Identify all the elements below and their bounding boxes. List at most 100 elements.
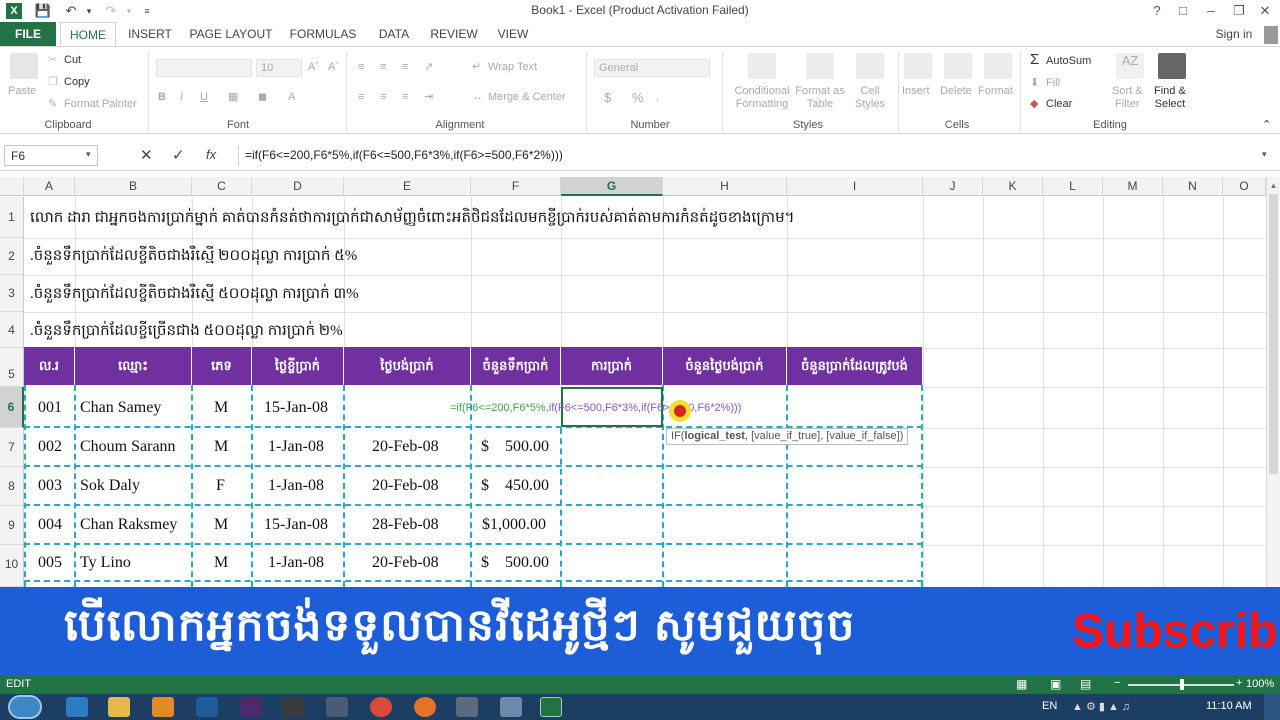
vegas-icon[interactable] <box>282 697 304 717</box>
column-header-a[interactable]: A <box>24 177 75 196</box>
percent-button[interactable]: % <box>632 91 644 104</box>
cell-no-row-7[interactable]: 002 <box>38 438 62 456</box>
font-name-box[interactable] <box>156 59 252 77</box>
orientation-icon[interactable]: ↗ <box>424 61 433 74</box>
page-break-view-icon[interactable]: ▤ <box>1080 677 1091 691</box>
column-header-b[interactable]: B <box>75 177 192 196</box>
merge-center-button[interactable]: Merge & Center <box>488 91 566 104</box>
sort-filter-icon[interactable]: AZ <box>1116 53 1144 79</box>
row-header-4[interactable]: 4 <box>0 312 24 348</box>
row-header-5[interactable]: 5 <box>0 348 24 387</box>
minimize-icon[interactable]: – <box>1200 2 1222 20</box>
column-header-l[interactable]: L <box>1043 177 1103 196</box>
table-header-pay-date[interactable]: ថ្ងៃបង់ប្រាក់ <box>344 347 471 385</box>
cell-pay-row-7[interactable]: 20-Feb-08 <box>372 438 439 456</box>
column-header-f[interactable]: F <box>471 177 561 196</box>
cell-no-row-9[interactable]: 004 <box>38 516 62 534</box>
bold-icon[interactable]: B <box>158 91 166 104</box>
clear-button[interactable]: Clear <box>1046 98 1072 111</box>
tab-review[interactable]: REVIEW <box>428 22 480 46</box>
input-language[interactable]: EN <box>1042 700 1057 712</box>
normal-view-icon[interactable]: ▦ <box>1016 677 1027 691</box>
show-desktop-button[interactable] <box>1264 694 1280 720</box>
comma-style-icon[interactable]: , <box>656 91 659 104</box>
cell-name-row-10[interactable]: Ty Lino <box>80 554 131 572</box>
align-top-icon[interactable]: ≡ <box>358 61 364 74</box>
restore-icon[interactable]: ❐ <box>1228 2 1250 20</box>
row-header-9[interactable]: 9 <box>0 506 24 545</box>
italic-icon[interactable]: I <box>180 91 183 104</box>
row-header-7[interactable]: 7 <box>0 428 24 467</box>
delete-cells-icon[interactable] <box>944 53 972 79</box>
enter-check-icon[interactable]: ✓ <box>172 146 185 164</box>
copy-button[interactable]: Copy <box>64 76 90 89</box>
taskbar-app-icon[interactable] <box>500 697 522 717</box>
in-cell-formula[interactable]: =if(F6<=200,F6*5%,if(F6<=500,F6*3%,if(F6… <box>450 402 741 414</box>
paste-icon[interactable] <box>10 53 38 79</box>
table-header-days[interactable]: ចំនួនថ្ងៃបង់ប្រាក់ <box>663 347 787 385</box>
number-format-box[interactable]: General <box>594 59 710 77</box>
underline-icon[interactable]: U <box>200 91 208 104</box>
font-color-icon[interactable]: A <box>288 91 295 104</box>
row-header-3[interactable]: 3 <box>0 275 24 312</box>
table-header-name[interactable]: ឈ្មោះ <box>75 347 192 385</box>
cut-button[interactable]: Cut <box>64 54 81 67</box>
align-middle-icon[interactable]: ≡ <box>380 61 386 74</box>
insert-cells-button[interactable]: Insert <box>902 85 930 98</box>
row-header-1[interactable]: 1 <box>0 197 24 238</box>
sign-in-link[interactable]: Sign in <box>1210 22 1258 46</box>
cell-no-row-8[interactable]: 003 <box>38 477 62 495</box>
format-cells-button[interactable]: Format <box>978 85 1013 98</box>
format-as-table-button[interactable]: Format as Table <box>794 85 846 111</box>
page-layout-view-icon[interactable]: ▣ <box>1050 677 1061 691</box>
align-left-icon[interactable]: ≡ <box>358 91 364 104</box>
row-header-6[interactable]: 6 <box>0 387 24 428</box>
column-header-m[interactable]: M <box>1103 177 1163 196</box>
tab-data[interactable]: DATA <box>370 22 418 46</box>
cancel-icon[interactable]: ✕ <box>140 146 153 164</box>
align-center-icon[interactable]: ≡ <box>380 91 386 104</box>
column-header-h[interactable]: H <box>663 177 787 196</box>
column-header-g[interactable]: G <box>561 177 663 196</box>
note-text-1[interactable]: លោក ដារា ជាអ្នកចងការប្រាក់ម្នាក់ គាត់បាន… <box>30 208 794 230</box>
column-header-i[interactable]: I <box>787 177 923 196</box>
sort-filter-button[interactable]: Sort & Filter <box>1112 85 1143 111</box>
align-bottom-icon[interactable]: ≡ <box>402 61 408 74</box>
table-header-amount[interactable]: ចំនួនទឹកប្រាក់ <box>471 347 561 385</box>
cell-borrow-row-10[interactable]: 1-Jan-08 <box>268 554 324 572</box>
format-as-table-icon[interactable] <box>806 53 834 79</box>
firefox-icon[interactable] <box>414 697 436 717</box>
column-header-n[interactable]: N <box>1163 177 1223 196</box>
cell-borrow-row-9[interactable]: 15-Jan-08 <box>264 516 328 534</box>
expand-formula-bar-icon[interactable]: ▾ <box>1262 149 1267 160</box>
cell-styles-icon[interactable] <box>856 53 884 79</box>
cell-borrow-row-7[interactable]: 1-Jan-08 <box>268 438 324 456</box>
fill-button[interactable]: Fill <box>1046 77 1060 90</box>
decrease-font-icon[interactable]: Aˇ <box>328 61 339 74</box>
cell-amount-row-9[interactable]: $1,000.00 <box>482 516 546 534</box>
clock-time[interactable]: 11:10 AM <box>1206 700 1252 712</box>
cell-styles-button[interactable]: Cell Styles <box>848 85 892 111</box>
file-explorer-icon[interactable] <box>108 697 130 717</box>
zoom-out-icon[interactable]: − <box>1114 677 1120 689</box>
align-right-icon[interactable]: ≡ <box>402 91 408 104</box>
row-header-8[interactable]: 8 <box>0 467 24 506</box>
cell-sex-row-10[interactable]: M <box>214 554 228 572</box>
formula-input[interactable]: =if(F6<=200,F6*5%,if(F6<=500,F6*3%,if(F6… <box>238 145 1268 166</box>
delete-cells-button[interactable]: Delete <box>940 85 972 98</box>
indent-icon[interactable]: ⇥ <box>424 91 433 104</box>
name-box-dropdown-icon[interactable]: ▾ <box>86 149 91 160</box>
cell-name-row-6[interactable]: Chan Samey <box>80 399 161 417</box>
table-header-no[interactable]: ល.រ <box>24 347 75 385</box>
taskbar-app-icon[interactable] <box>66 697 88 717</box>
conditional-formatting-icon[interactable] <box>748 53 776 79</box>
cell-sex-row-8[interactable]: F <box>216 477 225 495</box>
cell-no-row-6[interactable]: 001 <box>38 399 62 417</box>
column-header-e[interactable]: E <box>344 177 471 196</box>
collapse-ribbon-icon[interactable]: ⌃ <box>1262 119 1271 132</box>
tray-icons[interactable]: ▲ ⚙ ▮ ▲ ♫ <box>1072 700 1130 713</box>
scroll-up-icon[interactable]: ▲ <box>1269 181 1278 190</box>
column-header-k[interactable]: K <box>983 177 1043 196</box>
column-header-o[interactable]: O <box>1223 177 1266 196</box>
tab-view[interactable]: VIEW <box>490 22 536 46</box>
